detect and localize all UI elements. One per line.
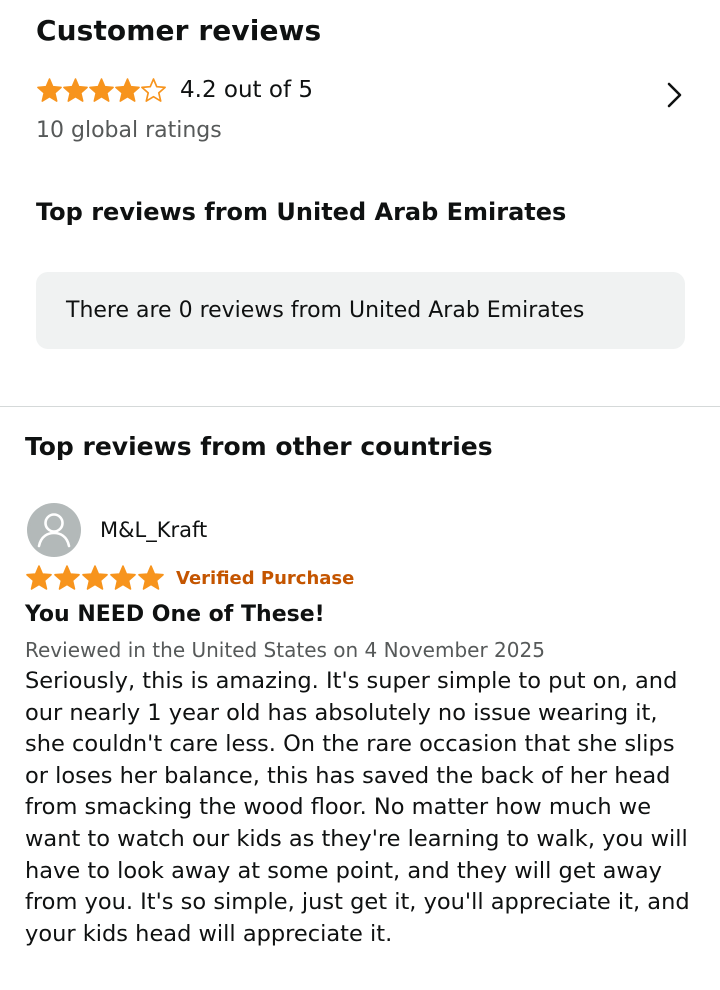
rating-summary-text: 4.2 out of 5 bbox=[180, 77, 313, 103]
star-full-icon bbox=[89, 77, 114, 102]
review-body-line: from you. It's so simple, just get it, y… bbox=[25, 889, 690, 916]
overall-rating-row[interactable]: 4.2 out of 5 bbox=[36, 74, 686, 106]
review-title[interactable]: You NEED One of These! bbox=[25, 602, 325, 627]
star-full-icon bbox=[63, 77, 88, 102]
overall-rating-stars bbox=[36, 77, 166, 104]
reviews-page: Customer reviews 4.2 out of 5 10 global … bbox=[0, 0, 720, 990]
review-rating-row: Verified Purchase bbox=[25, 564, 354, 592]
review-body-line: Seriously, this is amazing. It's super s… bbox=[25, 668, 678, 694]
reviewer-name: M&L_Kraft bbox=[100, 518, 208, 542]
uae-reviews-heading: Top reviews from United Arab Emirates bbox=[36, 198, 567, 226]
review-body-line: or loses her balance, this has saved the… bbox=[25, 762, 671, 789]
customer-reviews-title: Customer reviews bbox=[36, 14, 322, 47]
verified-purchase-badge: Verified Purchase bbox=[176, 567, 355, 589]
star-full-icon bbox=[26, 565, 52, 590]
global-ratings-count: 10 global ratings bbox=[36, 118, 222, 143]
chevron-right-icon[interactable] bbox=[660, 80, 690, 110]
star-full-icon bbox=[110, 565, 136, 590]
review-body-line: she couldn't care less. On the rare occa… bbox=[25, 731, 675, 758]
review-date: Reviewed in the United States on 4 Novem… bbox=[25, 638, 545, 662]
review-rating-stars bbox=[25, 564, 165, 592]
review-body-line: your kids head will appreciate it. bbox=[25, 920, 393, 947]
star-full-icon bbox=[115, 77, 140, 102]
star-full-icon bbox=[82, 565, 108, 590]
no-reviews-text: There are 0 reviews from United Arab Emi… bbox=[66, 298, 585, 323]
review-body: Seriously, this is amazing. It's super s… bbox=[25, 666, 705, 950]
other-countries-heading: Top reviews from other countries bbox=[25, 432, 493, 461]
star-full-icon bbox=[54, 565, 80, 590]
star-full-icon bbox=[138, 565, 164, 590]
review-body-line: our nearly 1 year old has absolutely no … bbox=[25, 699, 658, 726]
star-empty-icon bbox=[141, 77, 166, 102]
reviewer-profile[interactable]: M&L_Kraft bbox=[27, 503, 208, 557]
review-body-line: from smacking the wood floor. No matter … bbox=[25, 794, 652, 821]
star-full-icon bbox=[37, 77, 62, 102]
review-body-line: have to look away at some point, and the… bbox=[25, 857, 662, 884]
review-body-line: want to watch our kids as they're learni… bbox=[25, 825, 688, 852]
no-reviews-notice: There are 0 reviews from United Arab Emi… bbox=[36, 272, 685, 349]
customer-reviews-section: Customer reviews 4.2 out of 5 10 global … bbox=[0, 0, 720, 406]
user-avatar-icon bbox=[27, 503, 81, 557]
section-divider bbox=[0, 406, 720, 407]
